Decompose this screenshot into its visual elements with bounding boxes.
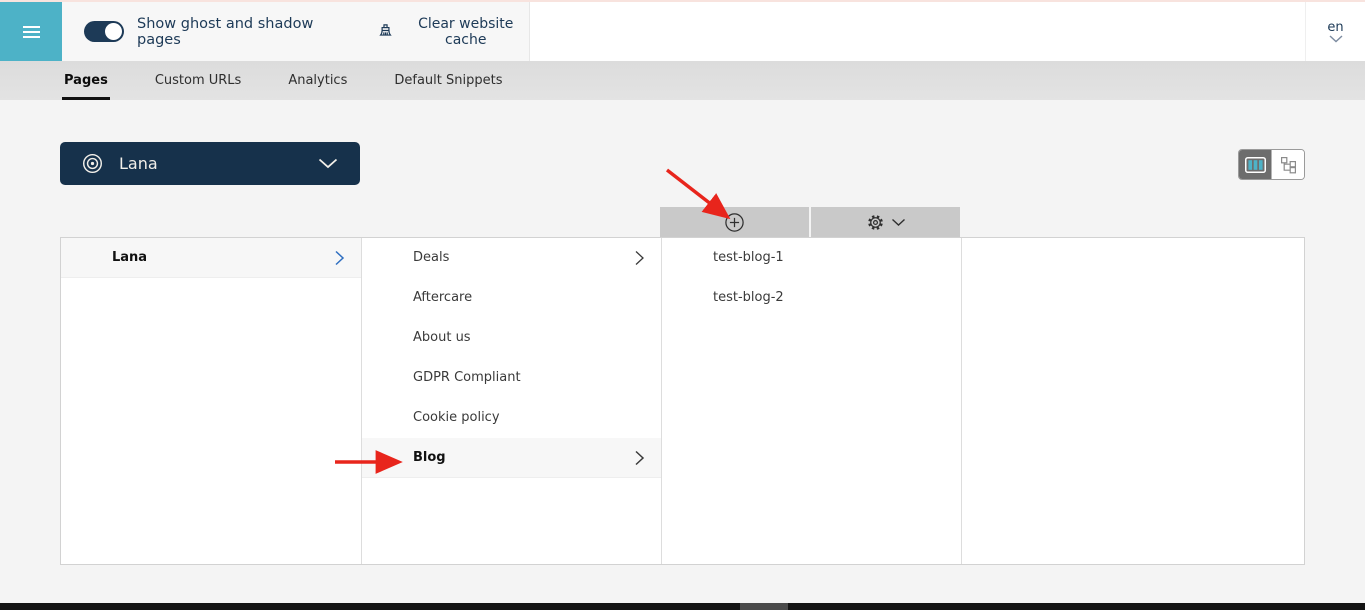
column-level-3-empty xyxy=(961,238,1304,564)
tab-pages[interactable]: Pages xyxy=(62,61,110,100)
tree-view-button[interactable] xyxy=(1271,150,1304,179)
tab-analytics[interactable]: Analytics xyxy=(286,61,349,100)
ghost-pages-toggle-label: Show ghost and shadow pages xyxy=(137,15,314,48)
bottom-taskbar-strip xyxy=(0,603,1365,610)
cms-pages-screen: Show ghost and shadow pages Clear websit… xyxy=(0,0,1365,610)
columns-view-icon xyxy=(1244,156,1266,173)
page-item-lana[interactable]: Lana xyxy=(61,238,361,278)
clear-cache-button[interactable]: Clear website cache xyxy=(377,16,529,48)
clear-cache-label: Clear website cache xyxy=(418,15,514,48)
tab-custom-urls[interactable]: Custom URLs xyxy=(153,61,244,100)
view-toggle-group xyxy=(1238,149,1305,180)
page-item-test-blog-2[interactable]: test-blog-2 xyxy=(662,278,961,318)
page-item-aftercare[interactable]: Aftercare xyxy=(362,278,661,318)
taskbar-thumb[interactable] xyxy=(740,603,788,610)
chevron-down-icon xyxy=(318,158,338,169)
hamburger-icon xyxy=(22,25,40,28)
page-item-test-blog-1[interactable]: test-blog-1 xyxy=(662,238,961,278)
page-item-blog[interactable]: Blog xyxy=(362,438,661,478)
column-level-2: test-blog-1 test-blog-2 xyxy=(661,238,961,564)
chevron-right-icon xyxy=(334,250,345,266)
column-level-1: Deals Aftercare About us GDPR Compliant … xyxy=(361,238,661,564)
hamburger-menu-button[interactable] xyxy=(0,2,62,61)
toggle-knob xyxy=(105,23,122,40)
page-item-gdpr-compliant[interactable]: GDPR Compliant xyxy=(362,358,661,398)
tree-view-icon xyxy=(1280,156,1296,173)
page-item-cookie-policy[interactable]: Cookie policy xyxy=(362,398,661,438)
add-page-button[interactable] xyxy=(660,207,809,237)
language-value: en xyxy=(1327,20,1344,35)
chevron-right-icon xyxy=(634,250,645,266)
language-selector[interactable]: en xyxy=(1305,2,1365,61)
site-selector-label: Lana xyxy=(119,154,158,173)
column-toolbar xyxy=(660,207,960,237)
page-item-deals[interactable]: Deals xyxy=(362,238,661,278)
gear-icon xyxy=(867,214,883,230)
settings-dropdown-button[interactable] xyxy=(811,207,960,237)
columns-view-button[interactable] xyxy=(1239,150,1271,179)
chevron-right-icon xyxy=(634,450,645,466)
chevron-down-icon xyxy=(891,218,905,226)
tab-default-snippets[interactable]: Default Snippets xyxy=(392,61,504,100)
header-left-section: Show ghost and shadow pages Clear websit… xyxy=(62,2,530,61)
site-selector-dropdown[interactable]: Lana xyxy=(60,142,360,185)
column-root: Lana xyxy=(61,238,361,564)
page-tree-columns: Lana Deals Aftercare About us GDPR Compl… xyxy=(60,237,1305,565)
ghost-pages-toggle[interactable] xyxy=(84,21,124,42)
brush-icon xyxy=(379,24,393,36)
page-item-about-us[interactable]: About us xyxy=(362,318,661,358)
plus-circle-icon xyxy=(725,212,744,232)
chevron-down-icon xyxy=(1329,35,1342,43)
app-header: Show ghost and shadow pages Clear websit… xyxy=(0,2,1365,61)
bullseye-icon xyxy=(83,154,102,173)
section-tabbar: Pages Custom URLs Analytics Default Snip… xyxy=(0,61,1365,100)
